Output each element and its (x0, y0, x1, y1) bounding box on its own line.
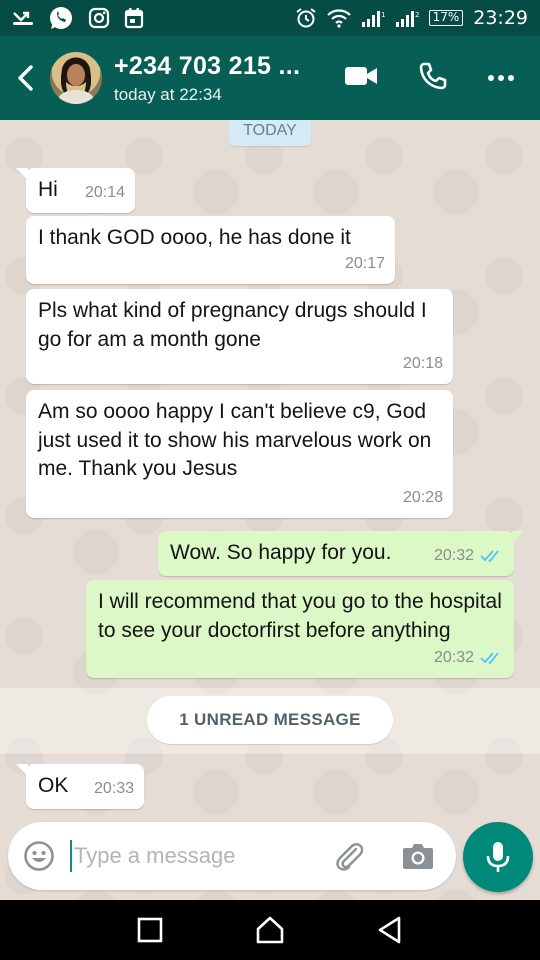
wifi-icon (326, 8, 351, 28)
message-text: Pls what kind of pregnancy drugs should … (38, 299, 427, 351)
more-menu-button[interactable] (488, 69, 514, 87)
video-call-button[interactable] (344, 65, 378, 92)
message-incoming[interactable]: Pls what kind of pregnancy drugs should … (26, 289, 453, 384)
attach-button[interactable] (332, 839, 366, 873)
calendar-icon (124, 7, 144, 29)
message-incoming[interactable]: I thank GOD oooo, he has done it 20:17 (26, 216, 395, 284)
home-icon (256, 916, 284, 944)
back-arrow-icon (18, 65, 33, 91)
message-incoming[interactable]: OK 20:33 (16, 764, 144, 809)
alarm-icon (295, 7, 317, 29)
message-incoming[interactable]: Hi 20:14 (16, 168, 135, 213)
message-time: 20:17 (344, 254, 385, 272)
message-input[interactable] (70, 840, 320, 872)
read-receipt-icon (480, 652, 499, 665)
message-time: 20:32 (433, 648, 474, 666)
svg-text:2: 2 (415, 11, 419, 19)
mic-icon (486, 842, 510, 872)
unread-message-label: 1 UNREAD MESSAGE (147, 696, 393, 744)
message-time: 20:28 (402, 488, 443, 506)
read-receipt-icon (480, 550, 499, 563)
status-bar: 1 2 17% 23:29 (0, 0, 540, 36)
message-outgoing[interactable]: I will recommend that you go to the hosp… (86, 580, 514, 678)
emoji-button[interactable] (8, 840, 70, 872)
camera-button[interactable] (402, 842, 434, 870)
battery-level: 17% (428, 10, 464, 26)
message-incoming[interactable]: Am so oooo happy I can't believe c9, God… (26, 390, 453, 518)
signal-icon: 2 (395, 9, 419, 27)
message-time: 20:14 (84, 183, 125, 201)
message-time: 20:33 (93, 779, 134, 797)
more-menu-icon (488, 75, 514, 81)
camera-icon (403, 844, 433, 869)
svg-text:1: 1 (381, 11, 385, 19)
back-nav-button[interactable] (360, 900, 420, 960)
home-button[interactable] (240, 900, 300, 960)
contact-name: +234 703 215 ... (114, 51, 301, 80)
voice-call-icon (419, 62, 447, 89)
system-nav-bar (0, 900, 540, 960)
voice-call-button[interactable] (418, 61, 448, 96)
date-divider: TODAY (229, 120, 311, 146)
message-text: Am so oooo happy I can't believe c9, God… (38, 400, 432, 480)
voice-message-button[interactable] (463, 822, 533, 892)
message-outgoing[interactable]: Wow. So happy for you. 20:32 (158, 531, 524, 576)
back-nav-icon (378, 916, 401, 944)
video-call-icon (345, 66, 377, 85)
message-text: I will recommend that you go to the hosp… (98, 590, 502, 642)
contact-info[interactable]: +234 703 215 ... today at 22:34 (114, 52, 344, 105)
message-text: I thank GOD oooo, he has done it (38, 226, 351, 249)
clock: 23:29 (473, 7, 528, 29)
emoji-icon (24, 841, 54, 871)
back-button[interactable] (0, 36, 44, 120)
recent-apps-button[interactable] (120, 900, 180, 960)
message-composer (8, 822, 456, 890)
last-seen: today at 22:34 (114, 84, 222, 104)
message-time: 20:32 (433, 546, 474, 564)
missed-call-icon (12, 9, 34, 27)
whatsapp-icon (48, 5, 74, 31)
signal-icon: 1 (361, 9, 385, 27)
instagram-icon (88, 7, 110, 29)
attach-icon (336, 843, 364, 871)
recent-apps-icon (137, 917, 163, 943)
message-list[interactable]: TODAY Hi 20:14 I thank GOD oooo, he has … (0, 120, 540, 900)
message-time: 20:18 (402, 354, 443, 372)
avatar[interactable] (50, 52, 102, 104)
chat-header: +234 703 215 ... today at 22:34 (0, 36, 540, 120)
